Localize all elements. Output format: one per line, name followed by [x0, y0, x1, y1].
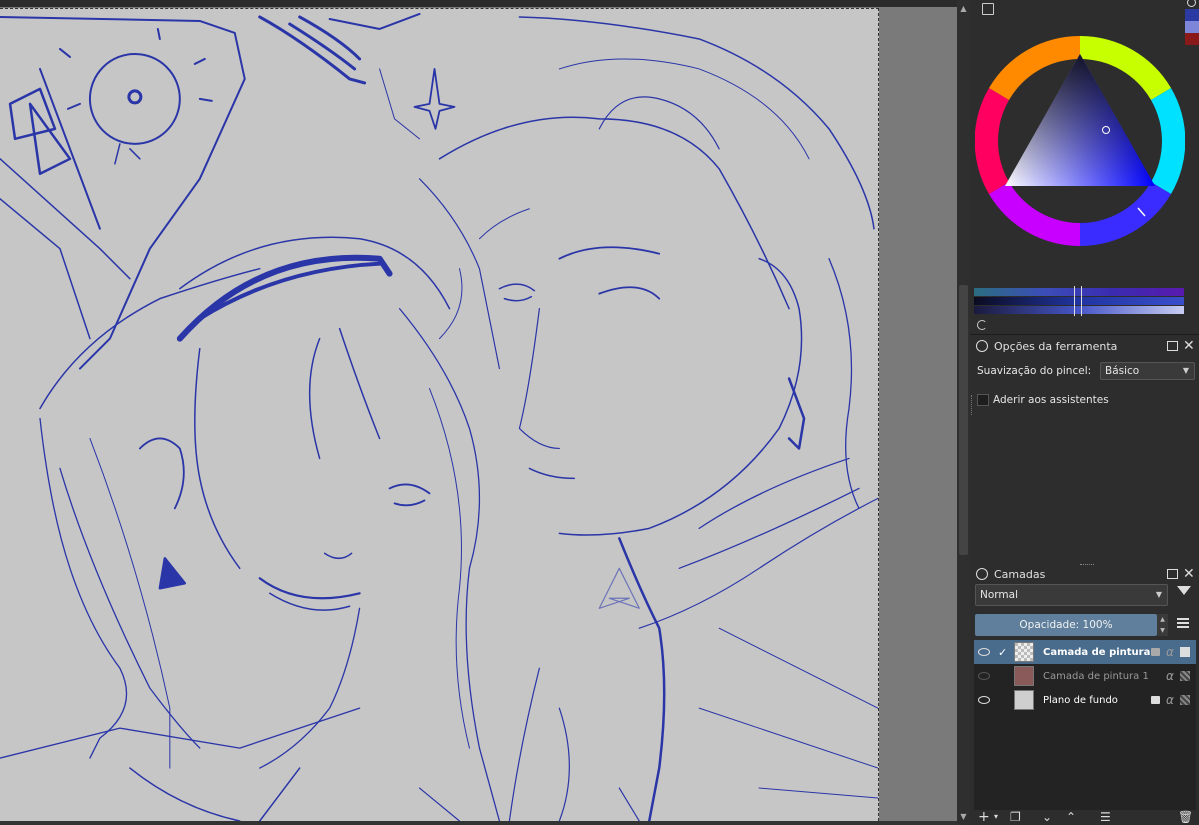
document-icon[interactable]	[982, 3, 994, 15]
eye-icon[interactable]	[978, 648, 990, 656]
advanced-color-selector	[970, 0, 1199, 335]
canvas-top-strip	[0, 0, 957, 7]
sketch-artwork	[0, 12, 878, 821]
alpha-lock-icon[interactable]: α	[1166, 693, 1174, 707]
close-icon[interactable]: ✕	[1183, 339, 1195, 353]
swatch-red[interactable]	[1185, 33, 1199, 45]
layer-name: Camada de pintura 2	[1043, 646, 1161, 658]
opacity-spinbox[interactable]: ▲ ▼	[1157, 614, 1168, 636]
duplicate-layer-icon[interactable]: ❐	[1010, 810, 1021, 824]
opacity-slider[interactable]: Opacidade: 100%	[975, 614, 1157, 636]
color-wheel[interactable]	[975, 36, 1185, 246]
layer-thumbnail	[1014, 666, 1034, 686]
right-dock: Opções da ferramenta ✕ Suavização do pin…	[970, 0, 1199, 825]
slider-marker	[1081, 286, 1082, 316]
layers-title: Camadas	[994, 567, 1046, 581]
refresh-icon[interactable]	[977, 320, 987, 330]
inherit-alpha-icon[interactable]	[1180, 695, 1190, 705]
lock-icon[interactable]	[1151, 696, 1160, 704]
horizontal-scrollbar[interactable]	[0, 821, 957, 825]
brush-smoothing-select[interactable]: Básico ▼	[1100, 362, 1195, 380]
layer-row[interactable]: Plano de fundo α	[974, 688, 1196, 712]
hue-slider[interactable]	[974, 288, 1184, 296]
menu-icon[interactable]	[1177, 618, 1189, 628]
canvas-viewport[interactable]	[0, 0, 957, 825]
tool-options-header: Opções da ferramenta	[970, 335, 1199, 357]
checkmark-icon[interactable]: ✓	[998, 646, 1007, 659]
layer-thumbnail	[1014, 690, 1034, 710]
layer-row[interactable]: Camada de pintura 1 α	[974, 664, 1196, 688]
color-history	[1185, 0, 1199, 50]
inherit-alpha-icon[interactable]	[1180, 671, 1190, 681]
alpha-lock-icon[interactable]: α	[1166, 645, 1174, 659]
snap-assistants-label: Aderir aos assistentes	[993, 394, 1109, 406]
snap-assistants-checkbox[interactable]	[977, 394, 989, 406]
slider-marker	[1074, 286, 1075, 316]
move-layer-down-icon[interactable]: ⌄	[1042, 810, 1052, 824]
scroll-up-arrow-icon[interactable]: ▲	[957, 2, 970, 15]
eye-icon[interactable]	[978, 672, 990, 680]
chevron-down-icon: ▼	[1182, 366, 1189, 375]
layer-properties-icon[interactable]: ☰	[1100, 810, 1111, 824]
layers-panel: Camadas ✕ Normal ▼ Opacidade: 100% ▲ ▼ ✓ …	[970, 562, 1199, 825]
tool-options-title: Opções da ferramenta	[994, 339, 1118, 353]
saturation-slider[interactable]	[974, 306, 1184, 314]
layers-header: Camadas	[970, 563, 1199, 585]
settings-icon[interactable]	[1187, 0, 1196, 7]
lock-icon[interactable]	[1151, 648, 1160, 656]
lock-icon[interactable]	[976, 568, 988, 580]
eye-icon[interactable]	[978, 696, 990, 704]
add-layer-menu-icon[interactable]: ▾	[994, 810, 998, 824]
layer-name: Camada de pintura 1	[1043, 670, 1149, 682]
panel-grip[interactable]	[1080, 564, 1094, 566]
float-panel-icon[interactable]	[1167, 341, 1178, 351]
layer-list: ✓ Camada de pintura 2 α Camada de pintur…	[974, 640, 1196, 810]
move-layer-up-icon[interactable]: ⌃	[1066, 810, 1076, 824]
scrollbar-thumb[interactable]	[959, 285, 968, 555]
chevron-down-icon: ▼	[1155, 590, 1162, 599]
filter-icon[interactable]	[1177, 586, 1191, 595]
panel-resize-handle[interactable]	[971, 395, 973, 415]
scroll-down-arrow-icon[interactable]: ▼	[957, 810, 970, 823]
layer-name: Plano de fundo	[1043, 694, 1118, 706]
float-panel-icon[interactable]	[1167, 569, 1178, 579]
layer-row[interactable]: ✓ Camada de pintura 2 α	[974, 640, 1196, 664]
swatch-light-blue[interactable]	[1185, 21, 1199, 33]
value-slider[interactable]	[974, 297, 1184, 305]
vertical-scrollbar[interactable]: ▲ ▼	[957, 0, 970, 825]
tool-options-panel: Opções da ferramenta ✕ Suavização do pin…	[970, 334, 1199, 562]
lock-icon[interactable]	[976, 340, 988, 352]
swatch-blue[interactable]	[1185, 9, 1199, 21]
blend-mode-value: Normal	[980, 589, 1018, 601]
delete-layer-icon[interactable]: 🗑	[1178, 810, 1193, 824]
krita-window: ▲ ▼ Opções da ferramenta ✕ Suavização do…	[0, 0, 1199, 825]
layer-thumbnail	[1014, 642, 1034, 662]
blend-mode-select[interactable]: Normal ▼	[975, 584, 1168, 606]
opacity-label: Opacidade: 100%	[1019, 619, 1113, 631]
inherit-alpha-icon[interactable]	[1180, 647, 1190, 657]
close-icon[interactable]: ✕	[1183, 567, 1195, 581]
brush-smoothing-label: Suavização do pincel:	[977, 365, 1092, 377]
layers-toolbar: + ▾ ❐ ⌄ ⌃ ☰ 🗑	[970, 808, 1199, 825]
alpha-lock-icon[interactable]: α	[1166, 669, 1174, 683]
brush-smoothing-value: Básico	[1105, 365, 1140, 377]
drawing-canvas[interactable]	[0, 8, 879, 821]
add-layer-icon[interactable]: +	[978, 810, 990, 824]
